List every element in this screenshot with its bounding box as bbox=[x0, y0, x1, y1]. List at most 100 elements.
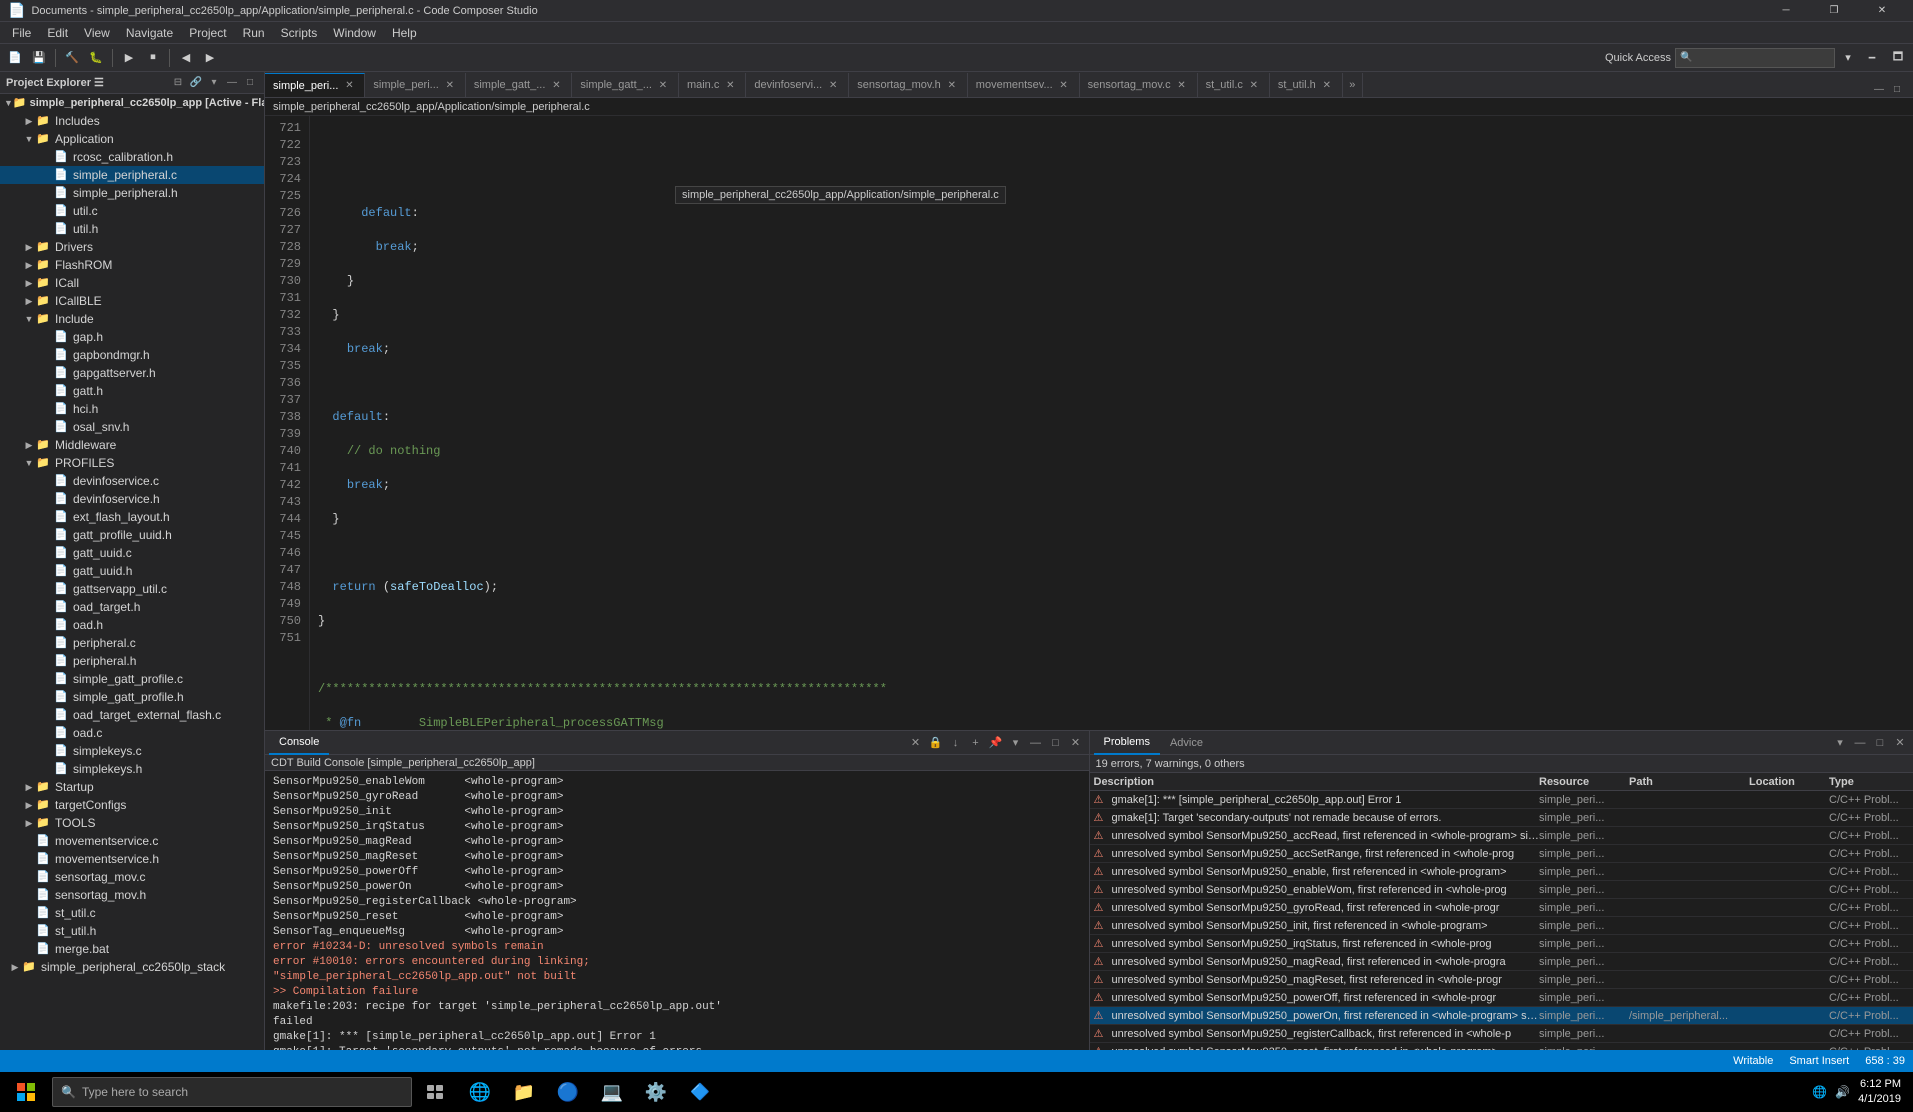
problem-row-8[interactable]: ⚠ unresolved symbol SensorMpu9250_init, … bbox=[1090, 917, 1913, 935]
tree-startup[interactable]: ▶ 📁 Startup bbox=[0, 778, 264, 796]
console-scroll-lock-btn[interactable]: 🔒 bbox=[927, 734, 945, 752]
tree-gap-h[interactable]: ▶ 📄 gap.h bbox=[0, 328, 264, 346]
editor-scrollbar[interactable] bbox=[1905, 116, 1913, 730]
problem-row-1[interactable]: ⚠ gmake[1]: *** [simple_peripheral_cc265… bbox=[1090, 791, 1913, 809]
tree-st-util-c[interactable]: ▶ 📄 st_util.c bbox=[0, 904, 264, 922]
problem-row-5[interactable]: ⚠ unresolved symbol SensorMpu9250_enable… bbox=[1090, 863, 1913, 881]
tab-movementsev[interactable]: movementsev... ✕ bbox=[968, 73, 1080, 97]
problem-row-13[interactable]: ⚠ unresolved symbol SensorMpu9250_powerO… bbox=[1090, 1007, 1913, 1025]
tree-drivers[interactable]: ▶ 📁 Drivers bbox=[0, 238, 264, 256]
restore-button[interactable]: ❐ bbox=[1811, 0, 1857, 22]
tree-st-util-h[interactable]: ▶ 📄 st_util.h bbox=[0, 922, 264, 940]
tree-include[interactable]: ▼ 📁 Include bbox=[0, 310, 264, 328]
menu-window[interactable]: Window bbox=[325, 24, 384, 42]
tree-includes[interactable]: ▶ 📁 Includes bbox=[0, 112, 264, 130]
problem-row-3[interactable]: ⚠ unresolved symbol SensorMpu9250_accRea… bbox=[1090, 827, 1913, 845]
console-max-btn[interactable]: □ bbox=[1047, 734, 1065, 752]
problem-row-4[interactable]: ⚠ unresolved symbol SensorMpu9250_accSet… bbox=[1090, 845, 1913, 863]
menu-edit[interactable]: Edit bbox=[39, 24, 76, 42]
tree-gattservapp-util[interactable]: ▶ 📄 gattservapp_util.c bbox=[0, 580, 264, 598]
tree-movementservice-h[interactable]: ▶ 📄 movementservice.h bbox=[0, 850, 264, 868]
forward-button[interactable]: ▶ bbox=[199, 47, 221, 69]
tab-st-util-h[interactable]: st_util.h ✕ bbox=[1270, 73, 1343, 97]
problem-row-12[interactable]: ⚠ unresolved symbol SensorMpu9250_powerO… bbox=[1090, 989, 1913, 1007]
menu-project[interactable]: Project bbox=[181, 24, 234, 42]
tree-icallble[interactable]: ▶ 📁 ICallBLE bbox=[0, 292, 264, 310]
code-text[interactable]: default: break; } } break; default: // d… bbox=[310, 116, 1905, 730]
problems-filter-btn[interactable]: ▾ bbox=[1831, 734, 1849, 752]
tree-oad-target-ext[interactable]: ▶ 📄 oad_target_external_flash.c bbox=[0, 706, 264, 724]
tree-simple-peripheral-c[interactable]: ▶ 📄 simple_peripheral.c bbox=[0, 166, 264, 184]
tab-simple-gatt-1[interactable]: simple_gatt_... ✕ bbox=[466, 73, 573, 97]
unknown-app-btn[interactable]: 💻 bbox=[592, 1072, 632, 1112]
problems-list[interactable]: ⚠ gmake[1]: *** [simple_peripheral_cc265… bbox=[1090, 791, 1913, 1050]
quick-access-input[interactable]: 🔍 bbox=[1675, 48, 1835, 68]
tree-flashrom[interactable]: ▶ 📁 FlashROM bbox=[0, 256, 264, 274]
close-button[interactable]: ✕ bbox=[1859, 0, 1905, 22]
problems-min-btn[interactable]: — bbox=[1851, 734, 1869, 752]
chrome-button[interactable]: 🔵 bbox=[548, 1072, 588, 1112]
menu-navigate[interactable]: Navigate bbox=[118, 24, 181, 42]
tab-devinfo[interactable]: devinfoservi... ✕ bbox=[746, 73, 849, 97]
tree-profiles[interactable]: ▼ 📁 PROFILES bbox=[0, 454, 264, 472]
tree-root[interactable]: ▼ 📁 simple_peripheral_cc2650lp_app [Acti… bbox=[0, 94, 264, 112]
tree-stack-project[interactable]: ▶ 📁 simple_peripheral_cc2650lp_stack bbox=[0, 958, 264, 976]
tree-peripheral-h[interactable]: ▶ 📄 peripheral.h bbox=[0, 652, 264, 670]
tree-devinfoservice-h[interactable]: ▶ 📄 devinfoservice.h bbox=[0, 490, 264, 508]
tree-gatt-uuid-c[interactable]: ▶ 📄 gatt_uuid.c bbox=[0, 544, 264, 562]
menu-file[interactable]: File bbox=[4, 24, 39, 42]
tab-close-11[interactable]: ✕ bbox=[1320, 78, 1334, 92]
editor-min-btn[interactable]: — bbox=[1871, 81, 1887, 97]
tab-close-4[interactable]: ✕ bbox=[656, 78, 670, 92]
console-close-btn[interactable]: ✕ bbox=[1067, 734, 1085, 752]
tab-close-10[interactable]: ✕ bbox=[1247, 78, 1261, 92]
taskview-button[interactable] bbox=[416, 1072, 456, 1112]
editor-max-btn[interactable]: □ bbox=[1889, 81, 1905, 97]
tab-simple-peri-1[interactable]: simple_peri... ✕ bbox=[265, 73, 365, 97]
maximize-panel-btn[interactable]: 🗖 bbox=[1887, 47, 1909, 69]
panel-max-btn[interactable]: □ bbox=[242, 75, 258, 91]
tree-oad-target-h[interactable]: ▶ 📄 oad_target.h bbox=[0, 598, 264, 616]
console-clear-btn[interactable]: ✕ bbox=[907, 734, 925, 752]
tab-close-1[interactable]: ✕ bbox=[342, 79, 356, 93]
console-view-btn[interactable]: ▾ bbox=[1007, 734, 1025, 752]
console-new-btn[interactable]: + bbox=[967, 734, 985, 752]
tab-main-c[interactable]: main.c ✕ bbox=[679, 73, 746, 97]
tab-sensortag-mov-c[interactable]: sensortag_mov.c ✕ bbox=[1080, 73, 1198, 97]
minimize-button[interactable]: ─ bbox=[1763, 0, 1809, 22]
link-editor-btn[interactable]: 🔗 bbox=[188, 75, 204, 91]
tree-middleware[interactable]: ▶ 📁 Middleware bbox=[0, 436, 264, 454]
build-button[interactable]: 🔨 bbox=[61, 47, 83, 69]
menu-help[interactable]: Help bbox=[384, 24, 425, 42]
tree-rcosc[interactable]: ▶ 📄 rcosc_calibration.h bbox=[0, 148, 264, 166]
tree-peripheral-c[interactable]: ▶ 📄 peripheral.c bbox=[0, 634, 264, 652]
tab-close-2[interactable]: ✕ bbox=[443, 78, 457, 92]
new-file-button[interactable]: 📄 bbox=[4, 47, 26, 69]
tab-close-7[interactable]: ✕ bbox=[945, 78, 959, 92]
problem-row-11[interactable]: ⚠ unresolved symbol SensorMpu9250_magRes… bbox=[1090, 971, 1913, 989]
problem-row-10[interactable]: ⚠ unresolved symbol SensorMpu9250_magRea… bbox=[1090, 953, 1913, 971]
tree-devinfoservice-c[interactable]: ▶ 📄 devinfoservice.c bbox=[0, 472, 264, 490]
tree-gatt-profile-uuid[interactable]: ▶ 📄 gatt_profile_uuid.h bbox=[0, 526, 264, 544]
tab-st-util-c[interactable]: st_util.c ✕ bbox=[1198, 73, 1270, 97]
tree-icall[interactable]: ▶ 📁 ICall bbox=[0, 274, 264, 292]
tree-simple-gatt-c[interactable]: ▶ 📄 simple_gatt_profile.c bbox=[0, 670, 264, 688]
run-button[interactable]: ▶ bbox=[118, 47, 140, 69]
tree-sensortag-mov-h[interactable]: ▶ 📄 sensortag_mov.h bbox=[0, 886, 264, 904]
problem-row-9[interactable]: ⚠ unresolved symbol SensorMpu9250_irqSta… bbox=[1090, 935, 1913, 953]
console-scroll-end-btn[interactable]: ↓ bbox=[947, 734, 965, 752]
menu-scripts[interactable]: Scripts bbox=[273, 24, 326, 42]
ccs-button[interactable]: 🔷 bbox=[680, 1072, 720, 1112]
tree-targetconfigs[interactable]: ▶ 📁 targetConfigs bbox=[0, 796, 264, 814]
tree-oad-c[interactable]: ▶ 📄 oad.c bbox=[0, 724, 264, 742]
problem-row-14[interactable]: ⚠ unresolved symbol SensorMpu9250_regist… bbox=[1090, 1025, 1913, 1043]
tree-util-c[interactable]: ▶ 📄 util.c bbox=[0, 202, 264, 220]
panel-menu-btn[interactable]: ▾ bbox=[206, 75, 222, 91]
problems-max-btn[interactable]: □ bbox=[1871, 734, 1889, 752]
toolbar-menu-btn[interactable]: ▾ bbox=[1839, 47, 1857, 69]
tree-gapgattserver-h[interactable]: ▶ 📄 gapgattserver.h bbox=[0, 364, 264, 382]
tree-movementservice-c[interactable]: ▶ 📄 movementservice.c bbox=[0, 832, 264, 850]
tab-sensortag-mov-h[interactable]: sensortag_mov.h ✕ bbox=[849, 73, 968, 97]
tab-overflow[interactable]: » bbox=[1343, 73, 1363, 97]
console-pin-btn[interactable]: 📌 bbox=[987, 734, 1005, 752]
